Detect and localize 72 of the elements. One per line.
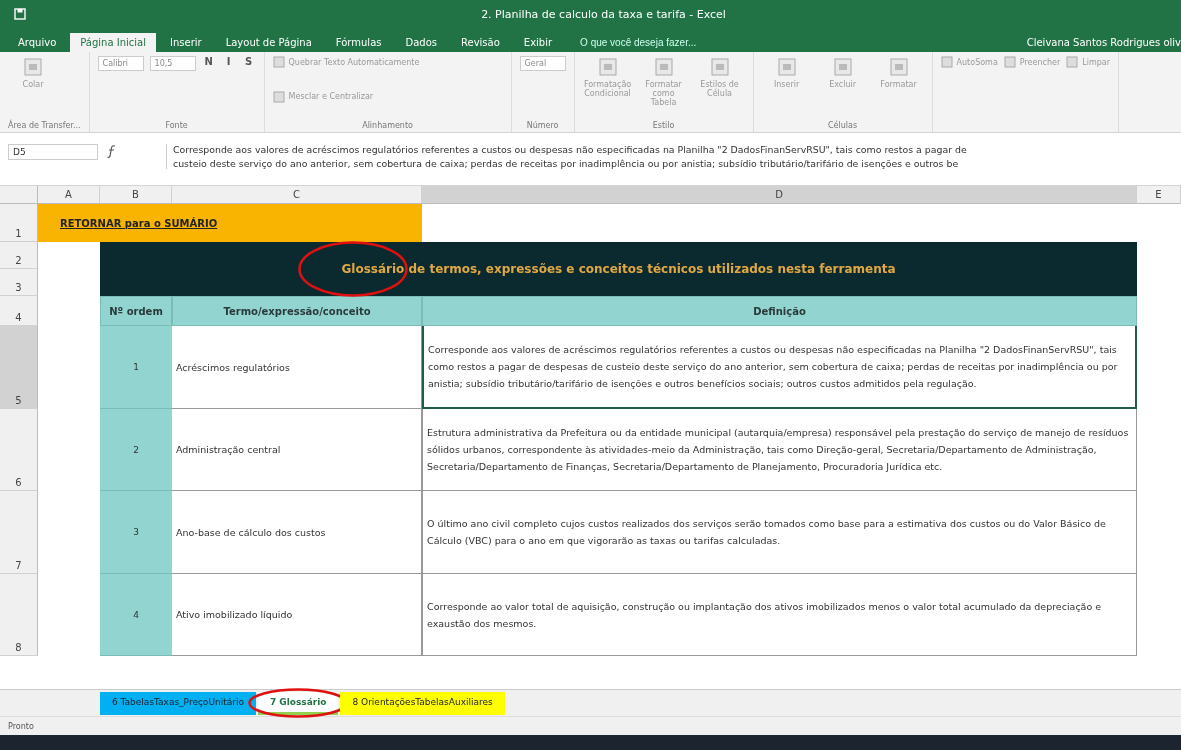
row-header[interactable]: 6 [0, 409, 38, 491]
term-cell: Ano-base de cálculo dos custos [172, 491, 422, 574]
group-label: Número [525, 121, 560, 130]
name-box[interactable]: D5 [8, 144, 98, 160]
window-title: 2. Planilha de calculo da taxa e tarifa - Excel [480, 7, 727, 21]
ribbon-icon [775, 56, 798, 78]
ribbon-icon [22, 56, 44, 78]
return-link[interactable]: RETORNAR para o SUMÁRIO [60, 217, 218, 229]
column-header[interactable]: D [422, 186, 1137, 204]
row-header[interactable]: 2 [0, 242, 38, 269]
number-cell: 1 [100, 326, 172, 409]
number-cell: 2 [100, 409, 172, 491]
column-header[interactable]: B [100, 186, 172, 204]
ribbon-icon [831, 56, 854, 78]
definition-cell: Estrutura administrativa da Prefeitura ou da entidade municipal (autarquia/empresa) responsável pela prestação do serviço de manejo de resíduos sólidos urbanos, correspondente às atividades-meio da Administração, tais como Direção-geral, Secretaria/Departamento de Administração, Secretaria/Departamento de Finanças, Secretaria/Departamento de Planejamento, Procuradoria Jurídica etc. [422, 409, 1137, 491]
ribbon-tab[interactable]: Revisão [451, 33, 510, 52]
ribbon-tab[interactable]: Inserir [160, 33, 212, 52]
row-header[interactable]: 8 [0, 574, 38, 656]
status-text: Pronto [8, 721, 34, 731]
tell-me-field[interactable]: O que você deseja fazer... [576, 33, 745, 52]
column-header[interactable]: E [1137, 186, 1181, 204]
term-cell: Ativo imobilizado líquido [172, 574, 422, 656]
ribbon-icon [596, 56, 619, 78]
header-cell: Definição [422, 296, 1137, 326]
ribbon-icon [652, 56, 675, 78]
function-icon[interactable] [106, 144, 118, 158]
ribbon-icon [708, 56, 731, 78]
header-cell: Nº ordem [100, 296, 172, 326]
sheet-tab[interactable]: 6 TabelasTaxas_PreçoUnitário [100, 691, 256, 715]
format-button[interactable]: S [241, 56, 256, 67]
number-cell: 3 [100, 491, 172, 574]
sheet-tab[interactable]: 8 OrientaçõesTabelasAuxiliares [340, 691, 505, 715]
ribbon-field[interactable]: 10,5 [149, 56, 196, 71]
glossary-title: Glossário de termos, expressões e conceitos técnicos utilizados nesta ferramenta [341, 262, 896, 276]
ribbon-field[interactable]: Calibri [97, 56, 144, 71]
term-cell: Administração central [172, 409, 422, 491]
ribbon-tab[interactable]: Exibir [513, 33, 563, 52]
group-label: Fonte [164, 121, 189, 130]
ribbon-icon [1003, 56, 1016, 68]
row-header[interactable]: 4 [0, 296, 38, 326]
ribbon-field[interactable]: Geral [519, 56, 566, 71]
ribbon-icon [887, 56, 910, 78]
row-header[interactable]: 1 [0, 204, 38, 242]
row-header[interactable]: 3 [0, 269, 38, 296]
format-button[interactable]: I [221, 56, 236, 67]
formula-field[interactable]: Corresponde aos valores de acréscimos regulatórios referentes a custos ou despesas não especificadas na Planilha "2 DadosFinanServRSU", tais como restos a pagar de custeio deste serviço do ano anterior, sem cobertura de caixa; perdas de receitas por inadimplência ou por anistia; subsídio tributário/tarifário de isenções e outros be [166, 144, 1173, 169]
user-name: Cleivana Santos Rodrigues oliv [1026, 36, 1181, 50]
term-cell: Acréscimos regulatórios [172, 326, 422, 409]
ribbon-tab[interactable]: Página Inicial [70, 33, 156, 52]
definition-cell: O último ano civil completo cujos custos realizados dos serviços serão tomados como base para a estimativa dos custos ou do Valor Básico de Cálculo (VBC) para o ano em que vigorarão as taxas ou tarifas calculadas. [422, 491, 1137, 574]
header-cell: Termo/expressão/conceito [172, 296, 422, 326]
definition-cell: Corresponde aos valores de acréscimos regulatórios referentes a custos ou despesas não especificadas na Planilha "2 DadosFinanServRSU", tais como restos a pagar de despesas de custeio deste serviço do ano anterior, sem cobertura de caixa; perdas de receitas por inadimplência ou por anistia; subsídio tributário/tarifário de isenções e outros benefícios sociais; outros custos admitidos pela regulação. [422, 326, 1137, 409]
ribbon-icon [272, 56, 285, 68]
ribbon-tab[interactable]: Arquivo [8, 33, 67, 52]
ribbon-icon [1066, 56, 1079, 68]
column-header[interactable]: C [172, 186, 422, 204]
group-label: Células [827, 121, 859, 130]
group-label: Estilo [651, 121, 676, 130]
ribbon-tab[interactable]: Layout de Página [215, 33, 322, 52]
number-cell: 4 [100, 574, 172, 656]
ribbon-icon [272, 90, 285, 103]
group-label: Área de Transfer... [8, 121, 81, 130]
definition-cell: Corresponde ao valor total de aquisição, construção ou implantação dos ativos imobilizados menos o valor total acumulado da depreciação e exaustão dos mesmos. [422, 574, 1137, 656]
format-button[interactable]: N [201, 56, 216, 67]
ribbon-icon [940, 56, 953, 68]
column-header[interactable]: A [38, 186, 100, 204]
save-icon[interactable] [14, 8, 26, 20]
row-header[interactable]: 5 [0, 326, 38, 409]
row-header[interactable]: 7 [0, 491, 38, 574]
group-label: Alinhamento [361, 121, 414, 130]
ribbon-tab[interactable]: Fórmulas [325, 33, 392, 52]
ribbon-tab[interactable]: Dados [395, 33, 447, 52]
